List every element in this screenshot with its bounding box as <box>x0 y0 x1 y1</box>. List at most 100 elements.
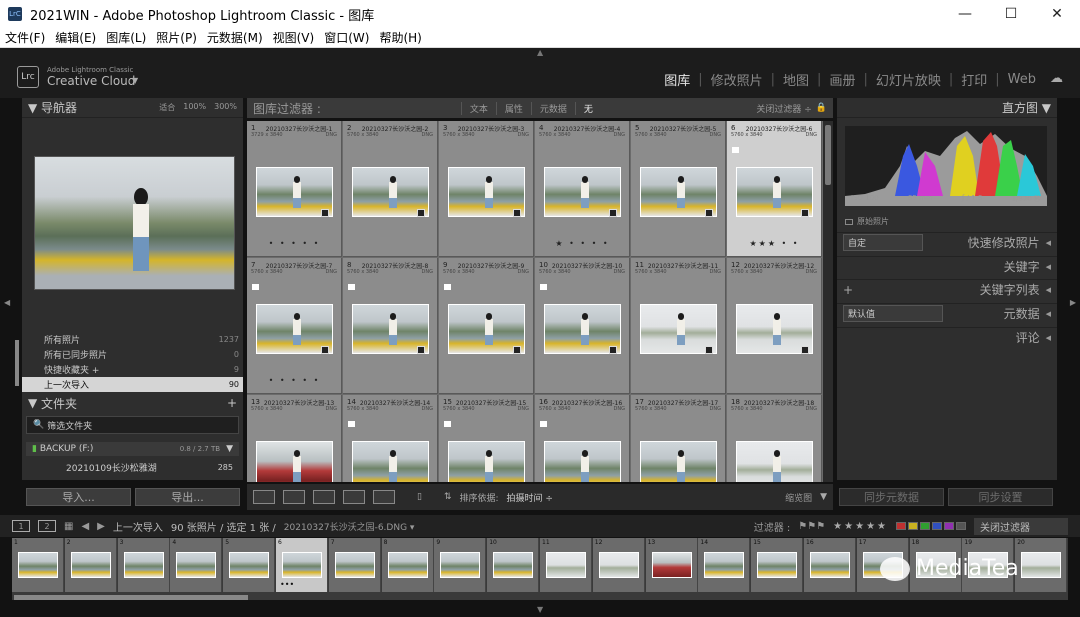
add-keyword-button[interactable]: + <box>843 283 853 297</box>
brand-dropdown-icon[interactable]: ▼ <box>132 76 138 85</box>
zoom-100[interactable]: 100% <box>183 102 206 113</box>
add-folder-button[interactable]: + <box>227 396 237 410</box>
photo-thumbnail[interactable] <box>640 441 717 482</box>
yellow-label-swatch[interactable] <box>908 522 918 530</box>
filmstrip-cell[interactable]: 4 <box>170 538 223 592</box>
grid-cell[interactable]: 7 20210327长沙沃之园-7 5760 x 3840 DNG • • • • • <box>247 258 342 394</box>
filmstrip-thumbnail[interactable] <box>704 552 745 578</box>
filter-metadata[interactable]: 元数据 <box>530 101 575 115</box>
edit-badge-icon[interactable] <box>705 209 713 217</box>
export-button[interactable]: 导出... <box>135 488 240 506</box>
grid-cell[interactable]: 6 20210327长沙沃之园-6 5760 x 3840 DNG ★★★ • • <box>727 121 822 257</box>
sync-settings-button[interactable]: 同步设置 <box>948 488 1053 506</box>
grid-scroll-thumb[interactable] <box>825 125 831 185</box>
sort-select[interactable]: 拍摄时间 ÷ <box>507 491 553 504</box>
top-panel-toggle-icon[interactable]: ▲ <box>537 48 543 57</box>
flag-icon[interactable] <box>444 421 451 427</box>
filmstrip-cell[interactable]: 8 <box>381 538 434 592</box>
grid-view-icon[interactable] <box>253 490 275 504</box>
catalog-previous-import[interactable]: 上一次导入 90 <box>22 377 243 392</box>
filmstrip-thumbnail[interactable] <box>546 552 586 578</box>
filmstrip-thumbnail[interactable] <box>229 552 270 578</box>
filmstrip-cell[interactable]: 10 <box>487 538 540 592</box>
zoom-300[interactable]: 300% <box>214 102 237 113</box>
survey-view-icon[interactable] <box>343 490 365 504</box>
zoom-fit[interactable]: 适合 <box>159 102 175 113</box>
flag-icon[interactable] <box>348 284 355 290</box>
edit-badge-icon[interactable] <box>609 346 617 354</box>
grid-cell[interactable]: 13 20210327长沙沃之园-13 5760 x 3840 DNG <box>247 395 342 482</box>
filmstrip-cell[interactable]: 7 <box>328 538 381 592</box>
photo-thumbnail[interactable] <box>448 441 525 482</box>
filmstrip-cell[interactable]: 5 <box>223 538 276 592</box>
filmstrip-cell[interactable]: 12 <box>592 538 645 592</box>
main-window-button[interactable]: 1 <box>12 520 30 532</box>
filmstrip-thumbnail[interactable] <box>18 552 58 578</box>
filmstrip-thumbnail[interactable] <box>440 552 481 578</box>
cell-rating[interactable]: ★★★ • • <box>727 239 822 248</box>
photo-thumbnail[interactable] <box>256 441 333 482</box>
grid-cell[interactable]: 5 20210327长沙沃之园-5 5760 x 3840 DNG <box>631 121 726 257</box>
grid-cell[interactable]: 2 20210327长沙沃之园-2 5760 x 3840 DNG <box>343 121 438 257</box>
left-scrollbar[interactable] <box>15 340 19 386</box>
filmstrip-thumbnail[interactable] <box>387 552 428 578</box>
photo-thumbnail[interactable] <box>736 441 813 482</box>
module-map[interactable]: 地图 <box>775 70 817 89</box>
purple-label-swatch[interactable] <box>944 522 954 530</box>
menu-library[interactable]: 图库(L) <box>101 29 151 46</box>
close-button[interactable]: ✕ <box>1034 0 1080 28</box>
module-web[interactable]: Web <box>1000 72 1044 87</box>
drive-expand-icon[interactable]: ▼ <box>226 444 233 454</box>
edit-badge-icon[interactable] <box>321 209 329 217</box>
edit-badge-icon[interactable] <box>513 209 521 217</box>
minimize-button[interactable]: — <box>942 0 988 28</box>
filter-folders-input[interactable]: 🔍 筛选文件夹 <box>26 416 239 434</box>
grid-cell[interactable]: 14 20210327长沙沃之园-14 5760 x 3840 DNG <box>343 395 438 482</box>
filmstrip-thumbnail[interactable] <box>493 552 534 578</box>
metadata-row[interactable]: 默认值 元数据 ◀ <box>837 303 1057 323</box>
filmstrip-cell[interactable]: 20 <box>1015 538 1068 592</box>
module-develop[interactable]: 修改照片 <box>703 70 771 89</box>
rating-filter[interactable]: ★★★★★ <box>833 521 888 532</box>
maximize-button[interactable]: ☐ <box>988 0 1034 28</box>
filmstrip-cell[interactable]: 6 ••• <box>276 538 328 592</box>
sync-metadata-button[interactable]: 同步元数据 <box>839 488 944 506</box>
edit-badge-icon[interactable] <box>801 209 809 217</box>
menu-edit[interactable]: 编辑(E) <box>50 29 101 46</box>
module-slideshow[interactable]: 幻灯片放映 <box>868 70 949 89</box>
grid-cell[interactable]: 1 20210327长沙沃之园-1 3729 x 3840 DNG • • • • • <box>247 121 342 257</box>
grid-cell[interactable]: 16 20210327长沙沃之园-16 5760 x 3840 DNG <box>535 395 630 482</box>
flag-icon[interactable] <box>444 284 451 290</box>
folder-item[interactable]: 20210109长沙松雅湖 285 <box>26 460 239 474</box>
flag-icon[interactable] <box>252 284 259 290</box>
flag-icon[interactable] <box>732 147 739 153</box>
filmstrip-cell[interactable]: 16 <box>804 538 856 592</box>
filmstrip-thumbnail[interactable] <box>1021 552 1062 578</box>
photo-thumbnail[interactable] <box>544 441 621 482</box>
filter-none[interactable]: 无 <box>574 101 601 115</box>
flag-icon[interactable] <box>540 421 547 427</box>
grid-cell[interactable]: 18 20210327长沙沃之园-18 5760 x 3840 DNG <box>727 395 822 482</box>
filmstrip-cell[interactable]: 11 <box>540 538 592 592</box>
grid-icon[interactable]: ▦ <box>64 521 73 532</box>
edit-badge-icon[interactable] <box>417 209 425 217</box>
right-panel-toggle-icon[interactable]: ▶ <box>1070 298 1076 307</box>
filmstrip-thumbnail[interactable] <box>598 552 639 578</box>
color-label-filter[interactable] <box>896 522 966 530</box>
none-label-swatch[interactable] <box>956 522 966 530</box>
edit-badge-icon[interactable] <box>513 346 521 354</box>
grid-cell[interactable]: 12 20210327长沙沃之园-12 5760 x 3840 DNG <box>727 258 822 394</box>
grid-cell[interactable]: 9 20210327长沙沃之园-9 5760 x 3840 DNG <box>439 258 534 394</box>
grid-cell[interactable]: 8 20210327长沙沃之园-8 5760 x 3840 DNG <box>343 258 438 394</box>
grid-cell[interactable]: 4 20210327长沙沃之园-4 5760 x 3840 DNG ★ • • • • <box>535 121 630 257</box>
original-photo-toggle[interactable]: 原始照片 <box>845 216 889 227</box>
edit-badge-icon[interactable] <box>609 209 617 217</box>
left-panel-toggle-icon[interactable]: ◀ <box>4 298 10 307</box>
drive-item[interactable]: ▮ BACKUP (F:) 0.8 / 2.7 TB ▼ <box>26 442 239 456</box>
grid-cell[interactable]: 17 20210327长沙沃之园-17 5760 x 3840 DNG <box>631 395 726 482</box>
grid-scrollbar[interactable] <box>823 121 833 482</box>
cell-rating[interactable]: ★ • • • • <box>535 239 630 248</box>
module-book[interactable]: 画册 <box>821 70 863 89</box>
module-print[interactable]: 打印 <box>953 70 995 89</box>
photo-thumbnail[interactable] <box>352 441 429 482</box>
